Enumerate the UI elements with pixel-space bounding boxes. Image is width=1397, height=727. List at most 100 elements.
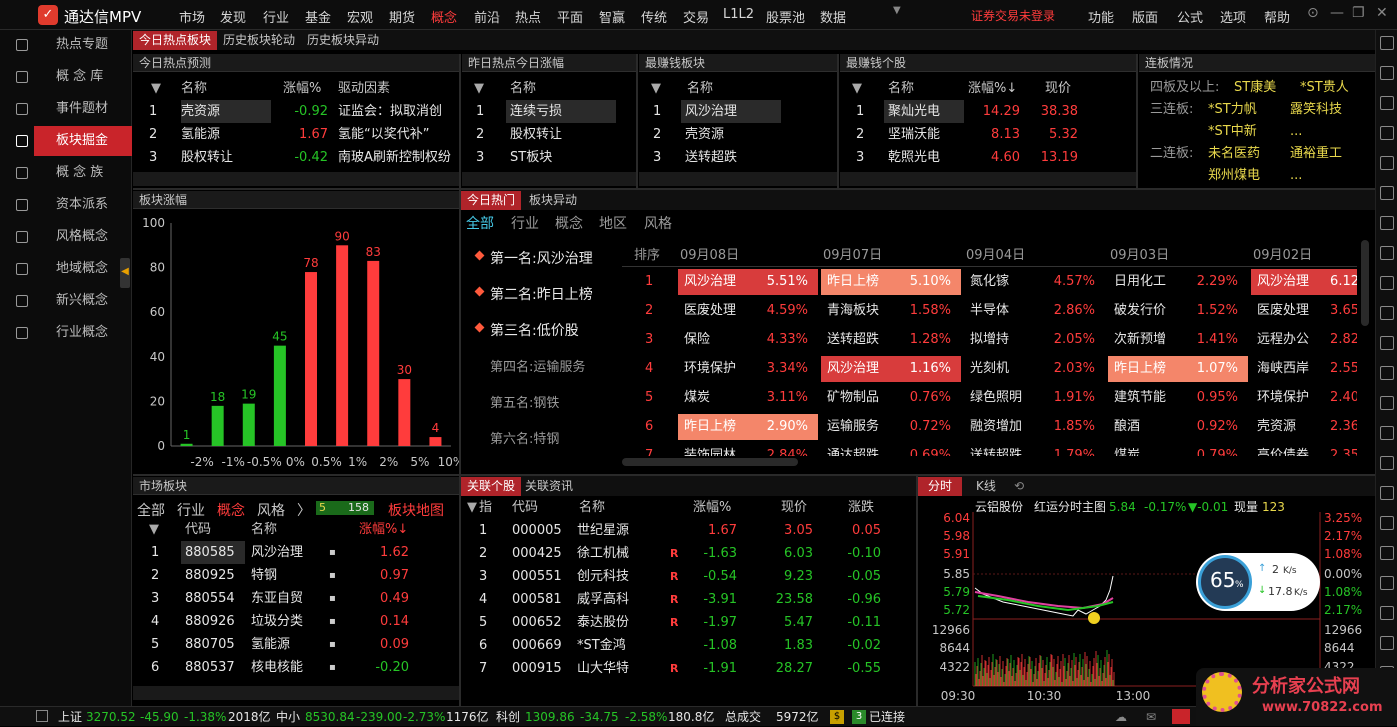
menu-11[interactable]: 传统 — [641, 7, 667, 26]
limit-stock-2[interactable]: 露笑科技 — [1290, 98, 1342, 121]
heat-cell[interactable]: 半导体 2.86% — [964, 298, 1105, 324]
heat-cell[interactable]: 光刻机 2.03% — [964, 356, 1105, 382]
menu-dropdown-icon[interactable]: ▼ — [893, 5, 901, 16]
right-tool-icon[interactable] — [1380, 276, 1394, 290]
filter-0[interactable]: 全部 — [466, 213, 494, 233]
heat-cell[interactable]: 远程办公 2.82 — [1251, 327, 1359, 353]
market-filter-3[interactable]: 风格 — [257, 500, 285, 520]
right-tool-icon[interactable] — [1380, 486, 1394, 500]
heat-cell[interactable]: 昨日上榜 5.10% — [821, 269, 961, 295]
limit-stock-2[interactable]: 通裕重工 — [1290, 142, 1342, 165]
assoc-row[interactable]: 7 000915 山大华特 R -1.91 28.27 -0.55 — [461, 657, 916, 680]
table-row[interactable]: 1 风沙治理 — [639, 100, 837, 123]
assoc-row[interactable]: 5 000652 泰达股份 R -1.97 5.47 -0.11 — [461, 611, 916, 634]
right-tool-icon[interactable] — [1380, 306, 1394, 320]
expand-icon[interactable] — [36, 710, 48, 722]
p2-scrollbar[interactable] — [462, 172, 636, 186]
table-row[interactable]: 2 氢能源 1.67 氢能“以奖代补” — [133, 123, 459, 146]
sidebar-item-2[interactable]: 事件题材 — [16, 94, 132, 124]
market-row[interactable]: 6 880537 核电核能 ▪ -0.20 — [133, 656, 459, 679]
heat-cell[interactable]: 建筑节能 0.95% — [1108, 385, 1248, 411]
sort-icon[interactable]: ▼ — [149, 518, 159, 541]
sidebar-item-0[interactable]: 热点专题 — [16, 30, 132, 60]
sidebar-item-9[interactable]: 行业概念 — [16, 318, 132, 348]
right-tool-icon[interactable] — [1380, 216, 1394, 230]
sidebar-item-7[interactable]: 地域概念 — [16, 254, 132, 284]
menu-right-0[interactable]: 功能 — [1088, 7, 1114, 26]
rank-item-1[interactable]: 第二名:昨日上榜 — [490, 284, 593, 304]
menu-4[interactable]: 宏观 — [347, 7, 373, 26]
p3-scrollbar[interactable] — [639, 172, 837, 186]
market-row[interactable]: 2 880925 特钢 ▪ 0.97 — [133, 564, 459, 587]
table-row[interactable]: 1 壳资源 -0.92 证监会：拟取消创 — [133, 100, 459, 123]
heat-vscrollbar[interactable] — [1361, 240, 1369, 326]
menu-right-2[interactable]: 公式 — [1177, 7, 1203, 26]
sidebar-item-6[interactable]: 风格概念 — [16, 222, 132, 252]
right-tool-icon[interactable] — [1380, 606, 1394, 620]
table-row[interactable]: 2 壳资源 — [639, 123, 837, 146]
rank-item-2[interactable]: 第三名:低价股 — [490, 320, 579, 340]
table-row[interactable]: 3 ST板块 — [462, 146, 636, 169]
sort-icon[interactable]: ▼ — [651, 77, 661, 100]
rank-item-5[interactable]: 第六名:特钢 — [490, 428, 559, 447]
restore-icon[interactable]: ❐ — [1352, 5, 1365, 21]
heat-cell[interactable]: 煤炭 3.11% — [678, 385, 818, 411]
filter-1[interactable]: 行业 — [511, 213, 539, 233]
right-tool-icon[interactable] — [1380, 456, 1394, 470]
zx-label[interactable]: 中小 — [276, 707, 300, 727]
menu-right-4[interactable]: 帮助 — [1264, 7, 1290, 26]
right-tool-icon[interactable] — [1380, 516, 1394, 530]
network-speed-widget[interactable]: 65 % ↑ 2 K/s ↓ 17.8 K/s — [1196, 553, 1320, 611]
skin-icon[interactable]: ⊙ — [1307, 5, 1319, 21]
kc-label[interactable]: 科创 — [496, 707, 520, 727]
login-warning[interactable]: 证券交易未登录 — [971, 7, 1055, 24]
tab-history-rotation[interactable]: 历史板块轮动 — [217, 31, 301, 50]
heat-cell[interactable]: 青海板块 1.58% — [821, 298, 961, 324]
menu-9[interactable]: 平面 — [557, 7, 583, 26]
cloud-icon[interactable]: ☁ — [1115, 707, 1127, 727]
assoc-row[interactable]: 4 000581 威孚高科 R -3.91 23.58 -0.96 — [461, 588, 916, 611]
close-icon[interactable]: ✕ — [1376, 5, 1388, 21]
tab-kline[interactable]: K线 — [968, 477, 1004, 496]
market-row[interactable]: 5 880705 氢能源 ▪ 0.09 — [133, 633, 459, 656]
market-row[interactable]: 3 880554 东亚自贸 ▪ 0.49 — [133, 587, 459, 610]
table-row[interactable]: 1 聚灿光电 14.29 38.38 — [840, 100, 1136, 123]
menu-right-1[interactable]: 版面 — [1132, 7, 1158, 26]
p4-scrollbar[interactable] — [840, 172, 1136, 186]
right-tool-icon[interactable] — [1380, 36, 1394, 50]
sort-icon[interactable]: ▼ — [474, 77, 484, 100]
market-filter-4[interactable]: 〉 — [297, 500, 311, 520]
envelope-icon[interactable] — [1172, 709, 1190, 724]
right-tool-icon[interactable] — [1380, 366, 1394, 380]
menu-12[interactable]: 交易 — [683, 7, 709, 26]
right-tool-icon[interactable] — [1380, 66, 1394, 80]
right-tool-icon[interactable] — [1380, 546, 1394, 560]
heat-cell[interactable]: 日用化工 2.29% — [1108, 269, 1248, 295]
table-row[interactable]: 3 股权转让 -0.42 南玻A刷新控制权纷 — [133, 146, 459, 169]
table-row[interactable]: 2 股权转让 — [462, 123, 636, 146]
heat-cell[interactable]: 融资增加 1.85% — [964, 414, 1105, 440]
heat-cell[interactable]: 昨日上榜 1.07% — [1108, 356, 1248, 382]
limit-stock-1[interactable]: *ST中新 — [1208, 120, 1257, 143]
heat-cell[interactable]: 风沙治理 6.12 — [1251, 269, 1359, 295]
table-row[interactable]: 2 坚瑞沃能 8.13 5.32 — [840, 123, 1136, 146]
heat-cell[interactable]: 医废处理 3.65 — [1251, 298, 1359, 324]
filter-4[interactable]: 风格 — [644, 213, 672, 233]
right-tool-icon[interactable] — [1380, 636, 1394, 650]
heat-cell[interactable]: 破发行价 1.52% — [1108, 298, 1248, 324]
heat-cell[interactable]: 风沙治理 1.16% — [821, 356, 961, 382]
market-row[interactable]: 1 880585 风沙治理 ▪ 1.62 — [133, 541, 459, 564]
sort-icon[interactable]: ▼ — [467, 496, 477, 519]
heat-cell[interactable]: 保险 4.33% — [678, 327, 818, 353]
tab-minute[interactable]: 分时 — [918, 477, 963, 496]
right-tool-icon[interactable] — [1380, 186, 1394, 200]
right-tool-icon[interactable] — [1380, 96, 1394, 110]
right-tool-icon[interactable] — [1380, 336, 1394, 350]
tab-assoc-news[interactable]: 关联资讯 — [519, 477, 579, 496]
table-row[interactable]: 3 送转超跌 — [639, 146, 837, 169]
menu-1[interactable]: 发现 — [220, 7, 246, 26]
limit-stock-1[interactable]: 未名医药 — [1208, 142, 1260, 165]
heat-cell[interactable]: 海峡西岸 2.55 — [1251, 356, 1359, 382]
heat-cell[interactable]: 矿物制品 0.76% — [821, 385, 961, 411]
sh-label[interactable]: 上证 — [58, 707, 82, 727]
